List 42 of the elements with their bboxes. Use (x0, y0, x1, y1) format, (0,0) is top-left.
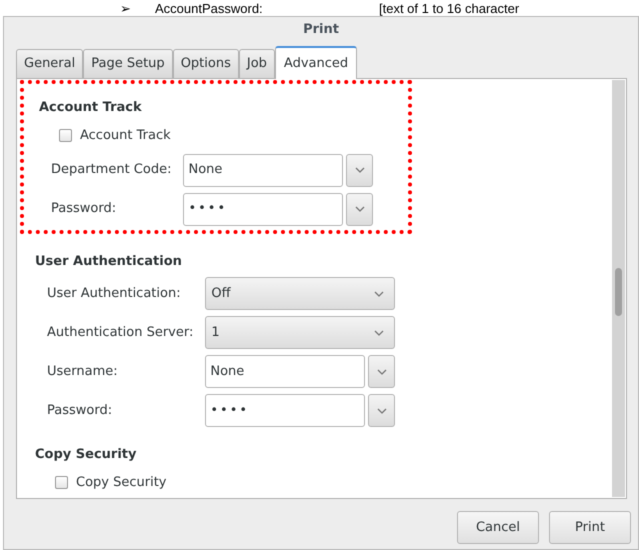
section-heading: Account Track (39, 99, 143, 117)
text-field[interactable]: None (205, 355, 366, 388)
chevron-down-icon (374, 290, 384, 296)
dropdown-button[interactable] (346, 154, 374, 186)
dialog-button[interactable]: Print (549, 511, 631, 544)
dropdown[interactable]: 1 (205, 316, 396, 349)
checkbox-label: Copy Security (76, 474, 166, 492)
document-text: [text of 1 to 16 character (379, 2, 520, 14)
text-field[interactable]: None (183, 154, 344, 186)
chevron-down-icon (376, 408, 387, 414)
chevron-down-icon (354, 167, 365, 173)
checkbox[interactable] (59, 129, 72, 142)
dropdown-button[interactable] (368, 355, 396, 388)
chevron-down-icon (376, 368, 387, 374)
field-label: Password: (51, 200, 118, 218)
checkbox[interactable] (55, 476, 68, 489)
section-heading: Copy Security (35, 446, 138, 464)
section-heading: User Authentication (35, 252, 183, 270)
tab[interactable]: Advanced (274, 46, 358, 79)
dialog-button[interactable]: Cancel (457, 511, 539, 544)
scrollbar[interactable] (612, 80, 625, 497)
dropdown-button[interactable] (368, 394, 396, 427)
document-label: AccountPassword: (155, 2, 264, 14)
dropdown-button[interactable] (346, 192, 374, 226)
tab[interactable]: Options (172, 49, 239, 78)
dropdown[interactable]: Off (205, 277, 396, 310)
tab[interactable]: Page Setup (83, 49, 173, 78)
tab[interactable]: Job (238, 49, 275, 78)
chevron-down-icon (374, 330, 384, 336)
window-title: Print (303, 21, 339, 40)
text-field[interactable]: •••• (183, 192, 344, 226)
field-label: Department Code: (51, 161, 172, 180)
field-label: Username: (47, 362, 119, 381)
scrollbar-thumb[interactable] (615, 268, 622, 316)
checkbox-label: Account Track (80, 126, 171, 145)
text-field[interactable]: •••• (205, 394, 366, 427)
chevron-down-icon (354, 206, 365, 212)
tab[interactable]: General (16, 49, 84, 78)
field-label: Password: (47, 402, 114, 420)
field-label: Authentication Server: (47, 324, 194, 342)
field-label: User Authentication: (47, 284, 182, 303)
bullet-arrow: ➢ (120, 2, 131, 14)
